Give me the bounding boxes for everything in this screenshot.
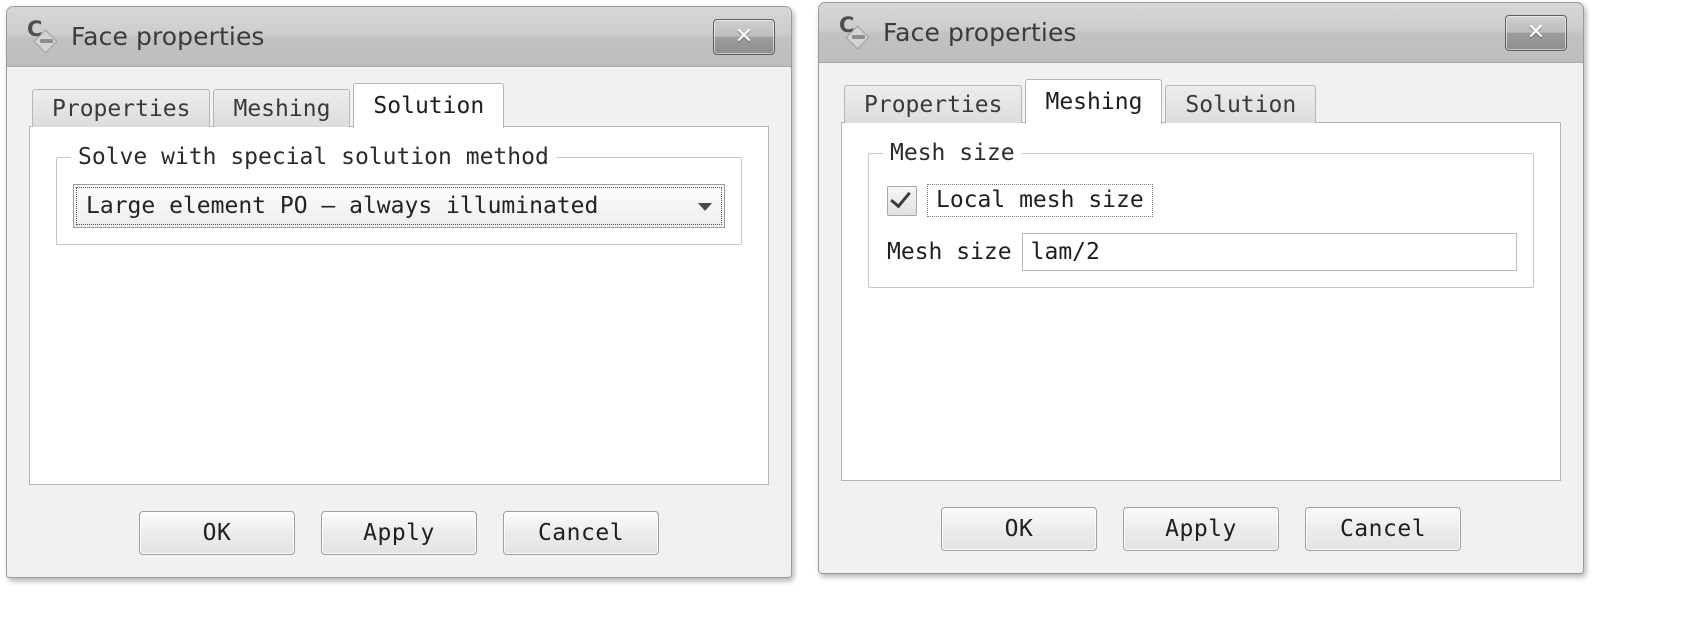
local-mesh-size-label[interactable]: Local mesh size xyxy=(927,184,1153,217)
window-body: Properties Meshing Solution Mesh size Lo… xyxy=(819,63,1583,573)
window-title: Face properties xyxy=(883,18,1077,47)
apply-button[interactable]: Apply xyxy=(1123,507,1279,551)
tabstrip: Properties Meshing Solution xyxy=(32,83,769,128)
check-icon xyxy=(890,186,911,208)
app-face-icon: C xyxy=(839,14,873,50)
tab-properties[interactable]: Properties xyxy=(32,89,211,127)
solution-tab-panel: Solve with special solution method Large… xyxy=(29,126,769,485)
ok-button[interactable]: OK xyxy=(941,507,1097,551)
mesh-size-input[interactable]: lam/2 xyxy=(1021,233,1517,271)
cancel-button[interactable]: Cancel xyxy=(1305,507,1461,551)
tab-solution[interactable]: Solution xyxy=(1165,85,1317,123)
close-button[interactable]: ✕ xyxy=(1505,14,1567,51)
app-icon-bar xyxy=(852,34,865,39)
screenshot-root: C Face properties ✕ Properties Meshing S… xyxy=(0,0,1701,625)
app-face-icon: C xyxy=(27,18,61,54)
window-body: Properties Meshing Solution Solve with s… xyxy=(7,67,791,577)
mesh-size-groupbox: Mesh size Local mesh size Mesh size lam/… xyxy=(868,140,1534,288)
close-icon: ✕ xyxy=(734,23,754,49)
titlebar: C Face properties ✕ xyxy=(7,7,791,67)
local-mesh-size-row: Local mesh size xyxy=(887,184,1517,217)
mesh-size-field-row: Mesh size lam/2 xyxy=(887,233,1517,271)
mesh-size-group-title: Mesh size xyxy=(883,140,1022,166)
close-button[interactable]: ✕ xyxy=(713,18,775,55)
app-icon-bar xyxy=(40,38,53,43)
tab-meshing[interactable]: Meshing xyxy=(213,89,351,127)
local-mesh-size-checkbox[interactable] xyxy=(887,185,917,216)
face-properties-dialog-solution: C Face properties ✕ Properties Meshing S… xyxy=(6,6,792,578)
apply-button[interactable]: Apply xyxy=(321,511,477,555)
cancel-button[interactable]: Cancel xyxy=(503,511,659,555)
close-icon: ✕ xyxy=(1526,19,1546,45)
face-properties-dialog-meshing: C Face properties ✕ Properties Meshing S… xyxy=(818,2,1584,574)
chevron-down-icon xyxy=(698,203,712,211)
dialog-footer: OK Apply Cancel xyxy=(841,481,1561,573)
mesh-size-label: Mesh size xyxy=(887,239,1012,265)
window-title: Face properties xyxy=(71,22,265,51)
tabstrip: Properties Meshing Solution xyxy=(844,79,1561,124)
solve-method-group-title: Solve with special solution method xyxy=(71,144,556,170)
ok-button[interactable]: OK xyxy=(139,511,295,555)
solution-method-combobox[interactable]: Large element PO – always illuminated xyxy=(73,184,725,228)
tab-properties[interactable]: Properties xyxy=(844,85,1023,123)
solve-method-groupbox: Solve with special solution method Large… xyxy=(56,144,742,245)
tab-meshing[interactable]: Meshing xyxy=(1025,79,1163,124)
tab-solution[interactable]: Solution xyxy=(353,83,505,128)
meshing-tab-panel: Mesh size Local mesh size Mesh size lam/… xyxy=(841,122,1561,481)
titlebar: C Face properties ✕ xyxy=(819,3,1583,63)
solution-method-value: Large element PO – always illuminated xyxy=(86,193,599,219)
dialog-footer: OK Apply Cancel xyxy=(29,485,769,577)
